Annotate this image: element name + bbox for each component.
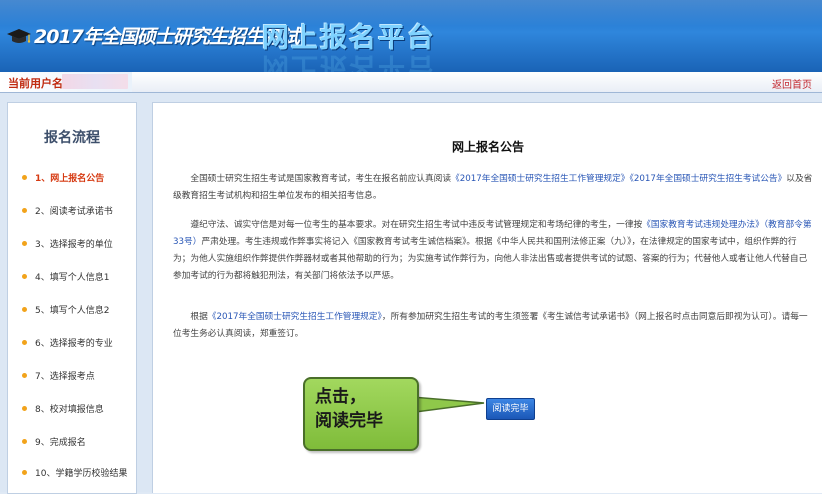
bullet-dot-icon [22,274,27,279]
bullet-dot-icon [22,406,27,411]
paragraph-text: 根据 [190,312,208,322]
user-info: 当前用户名： [0,72,132,92]
notice-paragraph-1: 全国硕士研究生招生考试是国家教育考试，考生在报名前应认真阅读《2017年全国硕士… [173,171,813,205]
step-item[interactable]: 4、填写个人信息1 [22,269,134,285]
bullet-dot-icon [22,340,27,345]
step-label: 9、完成报名 [35,438,86,448]
step-label: 6、选择报考的专业 [35,339,113,349]
step-item[interactable]: 5、填写个人信息2 [22,302,134,318]
paragraph-text: 全国硕士研究生招生考试是国家教育考试，考生在报名前应认真阅读 [190,174,452,184]
exam-announcement-link[interactable]: 《2017年全国硕士研究生招生考试公告》 [630,174,787,184]
step-label: 1、网上报名公告 [35,174,105,184]
notice-title: 网上报名公告 [451,140,524,154]
bullet-dot-icon [22,439,27,444]
graduation-cap-icon [7,29,31,43]
step-item[interactable]: 1、网上报名公告 [22,170,134,186]
step-item[interactable]: 3、选择报考的单位 [22,236,134,252]
paragraph-text: 严肃处理。考生违规或作弊事实将记入《国家教育考试考生诚信档案》。根据《中华人民共… [173,237,808,281]
step-label: 8、校对填报信息 [35,405,104,415]
header-banner: 2017年全国硕士研究生招生考试 网上报名平台 网上报名平台 [0,0,822,72]
step-label: 3、选择报考的单位 [35,240,113,250]
bullet-dot-icon [22,208,27,213]
step-item[interactable]: 7、选择报考点 [22,368,134,384]
step-item[interactable]: 6、选择报考的专业 [22,335,134,351]
step-label: 10、学籍学历校验结果 [35,469,128,479]
notice-paragraph-3: 根据《2017年全国硕士研究生招生工作管理规定》，所有参加研究生招生考试的考生须… [173,309,813,343]
brand-title: 2017年全国硕士研究生招生考试 [34,26,300,48]
step-item[interactable]: 8、校对填报信息 [22,401,134,417]
step-label: 7、选择报考点 [35,372,95,382]
bullet-dot-icon [22,175,27,180]
bullet-dot-icon [22,241,27,246]
step-item[interactable]: 2、阅读考试承诺书 [22,203,134,219]
step-item[interactable]: 9、完成报名 [22,434,134,450]
current-user-name-redacted [62,74,128,89]
process-sidebar: 报名流程 1、网上报名公告 2、阅读考试承诺书 3、选择报考的单位 4、填写个人… [7,102,137,494]
step-label: 5、填写个人信息2 [35,306,110,316]
step-label: 4、填写个人信息1 [35,273,110,283]
bullet-dot-icon [22,373,27,378]
user-bar: 当前用户名： 返回首页 [0,72,822,93]
bullet-dot-icon [22,470,27,475]
bullet-dot-icon [22,307,27,312]
platform-title-reflection: 网上报名平台 [262,51,436,72]
step-item[interactable]: 10、学籍学历校验结果 [22,465,134,481]
instruction-callout: 点击， 阅读完毕 [303,377,419,451]
step-label: 2、阅读考试承诺书 [35,207,113,217]
return-home-link[interactable]: 返回首页 [772,76,812,91]
regulation-link[interactable]: 《2017年全国硕士研究生招生工作管理规定》 [208,312,382,322]
sidebar-title: 报名流程 [44,130,100,146]
callout-text: 点击， 阅读完毕 [315,387,383,431]
notice-panel: 网上报名公告 全国硕士研究生招生考试是国家教育考试，考生在报名前应认真阅读《20… [152,102,822,493]
notice-paragraph-2: 遵纪守法、诚实守信是对每一位考生的基本要求。对在研究生招生考试中违反考试管理规定… [173,217,813,285]
regulation-link[interactable]: 《2017年全国硕士研究生招生工作管理规定》 [451,174,629,184]
paragraph-text: 遵纪守法、诚实守信是对每一位考生的基本要求。对在研究生招生考试中违反考试管理规定… [190,220,643,230]
